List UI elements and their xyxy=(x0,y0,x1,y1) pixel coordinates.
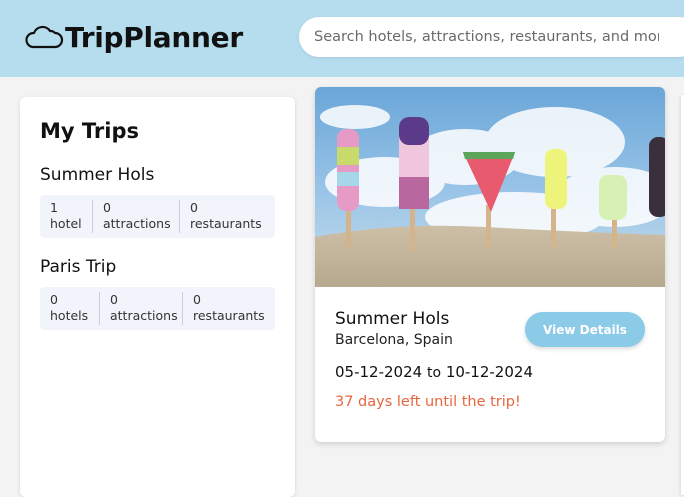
trip-card: Summer Hols Barcelona, Spain 05-12-2024 … xyxy=(315,87,665,442)
trip-item[interactable]: Paris Trip 0 hotels 0 attractions 0 rest… xyxy=(40,257,275,330)
trip-photo xyxy=(315,87,665,287)
stat-label: attractions xyxy=(110,308,178,323)
panel-title: My Trips xyxy=(40,119,140,143)
attraction-count-stat: 0 attractions xyxy=(99,292,182,325)
stat-count: 1 xyxy=(50,200,58,215)
my-trips-panel: My Trips Summer Hols 1 hotel 0 attractio… xyxy=(20,97,295,497)
stat-count: 0 xyxy=(110,292,118,307)
stat-count: 0 xyxy=(193,292,201,307)
stat-count: 0 xyxy=(190,200,198,215)
stat-count: 0 xyxy=(103,200,111,215)
search-bar[interactable] xyxy=(299,17,684,57)
top-header: TripPlanner xyxy=(0,0,684,77)
search-input[interactable] xyxy=(299,17,659,57)
attraction-count-stat: 0 attractions xyxy=(92,200,179,233)
trip-stats: 0 hotels 0 attractions 0 restaurants xyxy=(40,287,275,330)
end-date: 10-12-2024 xyxy=(445,363,533,381)
stat-label: hotels xyxy=(50,308,89,323)
stat-label: hotel xyxy=(50,216,82,231)
restaurant-count-stat: 0 restaurants xyxy=(182,292,275,325)
start-date: 05-12-2024 xyxy=(335,363,423,381)
trip-item[interactable]: Summer Hols 1 hotel 0 attractions 0 rest… xyxy=(40,165,275,238)
trip-name[interactable]: Paris Trip xyxy=(40,257,275,283)
trip-name[interactable]: Summer Hols xyxy=(40,165,275,191)
app-logo[interactable]: TripPlanner xyxy=(24,19,243,55)
trip-location: Barcelona, Spain xyxy=(335,332,453,348)
date-separator: to xyxy=(426,365,442,381)
stat-label: restaurants xyxy=(193,308,265,323)
cloud-icon xyxy=(24,23,64,51)
view-details-button[interactable]: View Details xyxy=(525,312,645,347)
trip-stats: 1 hotel 0 attractions 0 restaurants xyxy=(40,195,275,238)
stat-label: restaurants xyxy=(190,216,262,231)
hotel-count-stat: 1 hotel xyxy=(40,200,92,233)
trip-countdown: 37 days left until the trip! xyxy=(335,394,521,410)
stat-count: 0 xyxy=(50,292,58,307)
restaurant-count-stat: 0 restaurants xyxy=(179,200,275,233)
trip-name: Summer Hols xyxy=(335,309,450,329)
app-name: TripPlanner xyxy=(65,20,243,54)
hotel-count-stat: 0 hotels xyxy=(40,292,99,325)
trip-dates: 05-12-2024 to 10-12-2024 xyxy=(335,363,533,381)
stat-label: attractions xyxy=(103,216,171,231)
